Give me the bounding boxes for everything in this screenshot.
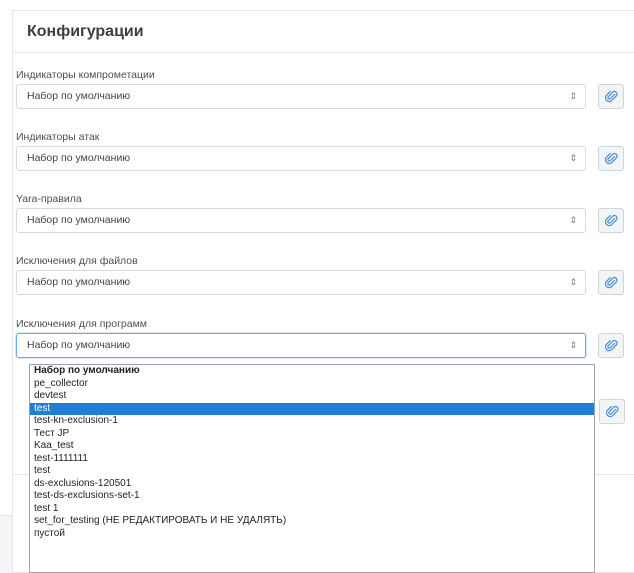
file-exclusions-field: Исключения для файлов Набор по умолчанию… xyxy=(16,254,624,295)
attach-button[interactable] xyxy=(599,399,625,424)
program-exclusions-select[interactable]: Набор по умолчанию ⇕ xyxy=(16,333,586,358)
dropdown-option[interactable]: test-1111111 xyxy=(30,453,594,466)
attach-button[interactable] xyxy=(598,333,624,358)
ioa-select[interactable]: Набор по умолчанию ⇕ xyxy=(16,146,586,171)
attach-button[interactable] xyxy=(598,146,624,171)
select-value: Набор по умолчанию xyxy=(27,90,131,102)
dropdown-option[interactable]: pe_collector xyxy=(30,378,594,391)
ioc-field: Индикаторы компрометации Набор по умолча… xyxy=(16,68,624,109)
dropdown-option[interactable]: Набор по умолчанию xyxy=(30,365,594,378)
field-label: Исключения для файлов xyxy=(16,255,138,267)
select-value: Набор по умолчанию xyxy=(27,276,131,288)
panel-title: Конфигурации xyxy=(13,11,634,53)
dropdown-option[interactable]: test-ds-exclusions-set-1 xyxy=(30,490,594,503)
dropdown-option[interactable]: test xyxy=(30,465,594,478)
paperclip-icon xyxy=(606,405,619,418)
ioa-field: Индикаторы атак Набор по умолчанию ⇕ xyxy=(16,130,624,171)
dropdown-option[interactable]: Тест JP xyxy=(30,428,594,441)
paperclip-icon xyxy=(605,152,618,165)
yara-select[interactable]: Набор по умолчанию ⇕ xyxy=(16,208,586,233)
dropdown-option[interactable]: Kaa_test xyxy=(30,440,594,453)
field-label: Исключения для программ xyxy=(16,318,148,330)
dropdown-option[interactable]: test 1 xyxy=(30,503,594,516)
paperclip-icon xyxy=(605,339,618,352)
sort-arrows-icon: ⇕ xyxy=(569,215,577,225)
program-exclusions-field: Исключения для программ Набор по умолчан… xyxy=(16,317,624,358)
program-exclusions-dropdown: Набор по умолчанию pe_collector devtest … xyxy=(29,364,595,573)
field-label: Yara-правила xyxy=(16,193,82,205)
select-value: Набор по умолчанию xyxy=(27,152,131,164)
dropdown-option[interactable]: ds-exclusions-120501 xyxy=(30,478,594,491)
paperclip-icon xyxy=(605,90,618,103)
field-label: Индикаторы компрометации xyxy=(16,69,155,81)
paperclip-icon xyxy=(605,214,618,227)
dropdown-option[interactable]: devtest xyxy=(30,390,594,403)
ioc-select[interactable]: Набор по умолчанию ⇕ xyxy=(16,84,586,109)
sort-arrows-icon: ⇕ xyxy=(569,153,577,163)
attach-button[interactable] xyxy=(598,270,624,295)
sort-arrows-icon: ⇕ xyxy=(569,91,577,101)
sort-arrows-icon: ⇕ xyxy=(569,277,577,287)
dropdown-option-highlighted[interactable]: test xyxy=(30,402,594,415)
file-exclusions-select[interactable]: Набор по умолчанию ⇕ xyxy=(16,270,586,295)
yara-field: Yara-правила Набор по умолчанию ⇕ xyxy=(16,192,624,233)
dropdown-option[interactable]: set_for_testing (НЕ РЕДАКТИРОВАТЬ И НЕ У… xyxy=(30,515,594,528)
paperclip-icon xyxy=(605,276,618,289)
select-value: Набор по умолчанию xyxy=(27,339,131,351)
sort-arrows-icon: ⇕ xyxy=(569,340,577,350)
dropdown-option[interactable]: пустой xyxy=(30,528,594,541)
field-label: Индикаторы атак xyxy=(16,131,100,143)
select-value: Набор по умолчанию xyxy=(27,214,131,226)
dropdown-option[interactable]: test-kn-exclusion-1 xyxy=(30,415,594,428)
attach-button[interactable] xyxy=(598,84,624,109)
attach-button[interactable] xyxy=(598,208,624,233)
